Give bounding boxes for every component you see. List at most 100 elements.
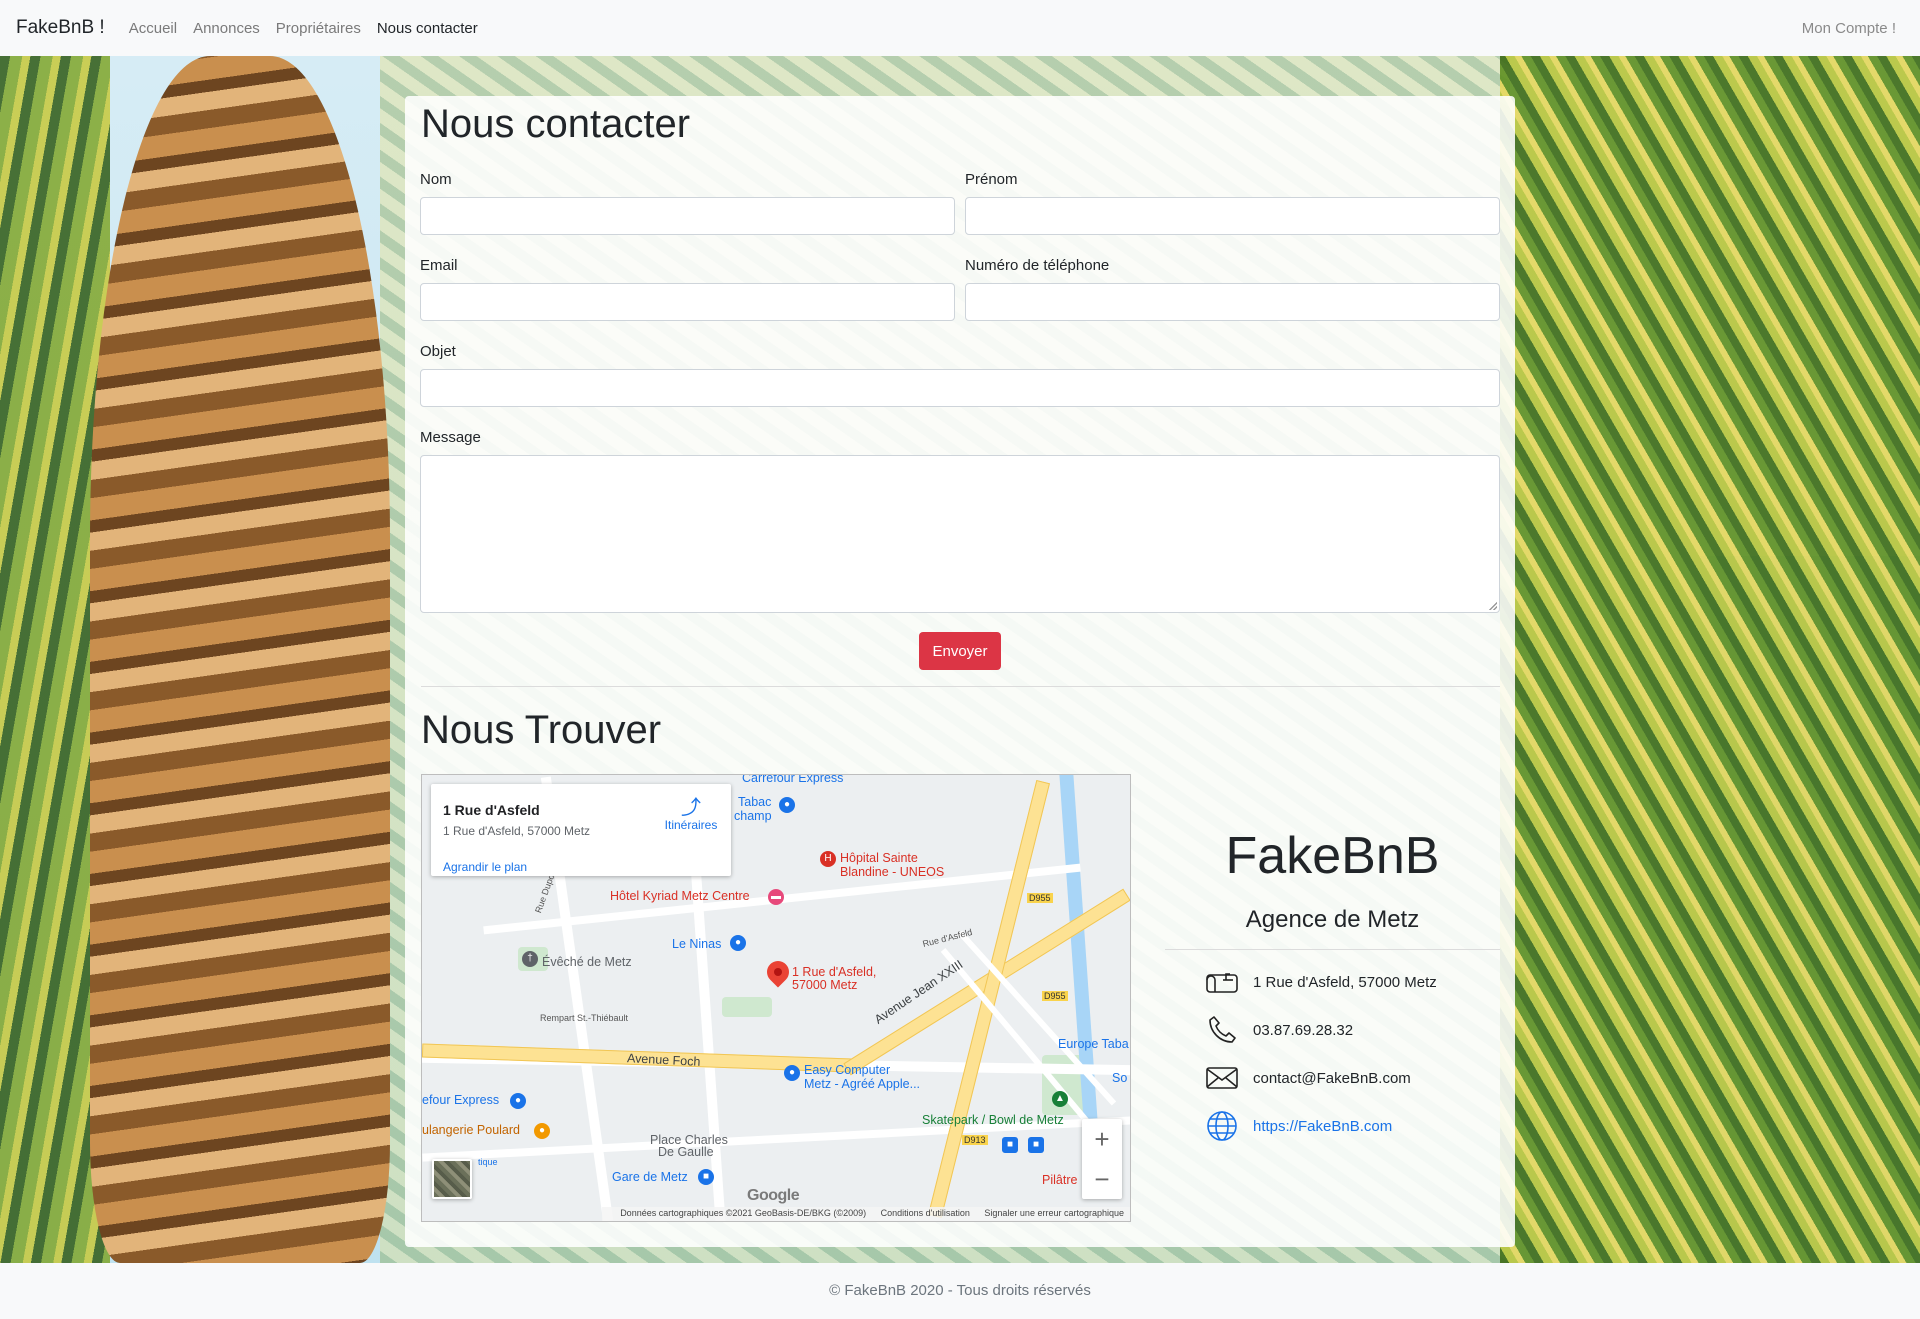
telephone-input[interactable] bbox=[965, 283, 1500, 321]
directions-button[interactable]: ⤴ Itinéraires bbox=[661, 798, 721, 832]
bus-icon: ■ bbox=[1028, 1137, 1044, 1153]
satellite-toggle[interactable] bbox=[432, 1159, 472, 1199]
prenom-group: Prénom bbox=[965, 171, 1500, 235]
message-group: Message bbox=[420, 429, 1500, 613]
zoom-out-button[interactable]: − bbox=[1082, 1159, 1122, 1199]
poi-le-ninas[interactable]: Le Ninas bbox=[672, 937, 721, 951]
brand-link[interactable]: FakeBnB ! bbox=[16, 17, 105, 39]
objet-group: Objet bbox=[420, 343, 1500, 407]
google-map[interactable]: Carrefour Express Tabac champ ● H Hôpita… bbox=[421, 774, 1131, 1222]
resize-handle-icon[interactable] bbox=[1489, 602, 1497, 610]
bakery-icon: ● bbox=[534, 1123, 550, 1139]
globe-icon bbox=[1205, 1110, 1239, 1142]
poi-boulangerie[interactable]: ulangerie Poulard bbox=[422, 1123, 520, 1137]
road-label-d955: D955 bbox=[1027, 893, 1053, 903]
objet-label: Objet bbox=[420, 343, 456, 360]
main-card: Nous contacter Nom Prénom Email Numéro d… bbox=[405, 96, 1515, 1247]
telephone-group: Numéro de téléphone bbox=[965, 257, 1500, 321]
map-info-address: 1 Rue d'Asfeld, 57000 Metz bbox=[443, 824, 591, 838]
agency-divider bbox=[1165, 949, 1500, 950]
train-icon: ■ bbox=[698, 1169, 714, 1185]
contact-title: Nous contacter bbox=[421, 102, 691, 146]
church-icon: † bbox=[522, 951, 538, 967]
poi-hopital[interactable]: Hôpital Sainte bbox=[840, 851, 918, 865]
nav-link-accueil[interactable]: Accueil bbox=[129, 20, 177, 37]
nom-label: Nom bbox=[420, 171, 452, 188]
agency-phone: 03.87.69.28.32 bbox=[1253, 1021, 1354, 1039]
zoom-control: + − bbox=[1082, 1119, 1122, 1199]
nom-group: Nom bbox=[420, 171, 955, 235]
navbar: FakeBnB ! Accueil Annonces Propriétaires… bbox=[0, 0, 1920, 56]
road-label-d913: D913 bbox=[962, 1135, 988, 1145]
enlarge-map-link[interactable]: Agrandir le plan bbox=[443, 860, 527, 874]
map-terms-link[interactable]: Conditions d'utilisation bbox=[881, 1208, 970, 1218]
find-title: Nous Trouver bbox=[421, 708, 662, 752]
phone-icon bbox=[1205, 1014, 1239, 1046]
envoyer-button[interactable]: Envoyer bbox=[919, 632, 1001, 670]
hospital-icon: H bbox=[820, 851, 836, 867]
agency-name: FakeBnB bbox=[1225, 827, 1440, 885]
email-input[interactable] bbox=[420, 283, 955, 321]
poi-pilatre[interactable]: Pilâtre bbox=[1042, 1173, 1077, 1187]
message-label: Message bbox=[420, 429, 481, 446]
nav-link-annonces[interactable]: Annonces bbox=[193, 20, 260, 37]
poi-easy-computer-line2[interactable]: Metz - Agréé Apple... bbox=[804, 1077, 920, 1091]
message-textarea[interactable] bbox=[420, 455, 1500, 613]
map-info-title: 1 Rue d'Asfeld bbox=[443, 802, 540, 818]
poi-europe-tabac[interactable]: Europe Taba bbox=[1058, 1037, 1129, 1051]
agency-email: contact@FakeBnB.com bbox=[1253, 1069, 1411, 1087]
park-icon: ▲ bbox=[1052, 1091, 1068, 1107]
background-palm-trunk bbox=[90, 56, 390, 1263]
account-link[interactable]: Mon Compte ! bbox=[1802, 20, 1896, 37]
zoom-in-button[interactable]: + bbox=[1082, 1119, 1122, 1159]
marker-label: 1 Rue d'Asfeld, bbox=[792, 965, 877, 979]
nom-input[interactable] bbox=[420, 197, 955, 235]
street-rue-dasfeld: Rue d'Asfeld bbox=[921, 927, 974, 949]
agency-address-row: 1 Rue d'Asfeld, 57000 Metz bbox=[1205, 966, 1437, 998]
poi-tabac-line2[interactable]: champ bbox=[734, 809, 772, 823]
email-label: Email bbox=[420, 257, 458, 274]
nav-link-nous-contacter[interactable]: Nous contacter bbox=[377, 20, 478, 37]
shopping-icon: ● bbox=[779, 797, 795, 813]
bus-icon: ■ bbox=[1002, 1137, 1018, 1153]
poi-carrefour-express[interactable]: efour Express bbox=[422, 1093, 499, 1107]
agency-website-link[interactable]: https://FakeBnB.com bbox=[1253, 1118, 1392, 1135]
poi-hopital-line2[interactable]: Blandine - UNEOS bbox=[840, 865, 944, 879]
directions-icon: ⤴ bbox=[681, 797, 701, 819]
poi-so: So bbox=[1112, 1071, 1128, 1085]
envelope-icon bbox=[1205, 1062, 1239, 1094]
poi-hotel[interactable]: Hôtel Kyriad Metz Centre bbox=[610, 889, 750, 903]
poi-place-charles-line2[interactable]: De Gaulle bbox=[658, 1145, 714, 1159]
prenom-input[interactable] bbox=[965, 197, 1500, 235]
agency-website-row: https://FakeBnB.com bbox=[1205, 1110, 1392, 1142]
objet-input[interactable] bbox=[420, 369, 1500, 407]
agency-email-row: contact@FakeBnB.com bbox=[1205, 1062, 1411, 1094]
store-icon: ● bbox=[784, 1065, 800, 1081]
email-group: Email bbox=[420, 257, 955, 321]
marker-label-line2: 57000 Metz bbox=[792, 978, 858, 992]
street-rempart: Rempart St.-Thiébault bbox=[540, 1013, 629, 1023]
restaurant-icon: ● bbox=[730, 935, 746, 951]
map-report-link[interactable]: Signaler une erreur cartographique bbox=[984, 1208, 1124, 1218]
poi-skatepark[interactable]: Skatepark / Bowl de Metz bbox=[922, 1113, 1064, 1127]
poi-tique: tique bbox=[478, 1157, 498, 1167]
section-divider bbox=[421, 686, 1500, 687]
nav-link-proprietaires[interactable]: Propriétaires bbox=[276, 20, 361, 37]
poi-easy-computer[interactable]: Easy Computer bbox=[804, 1063, 890, 1077]
cart-icon: ● bbox=[510, 1093, 526, 1109]
map-data-credit: Données cartographiques ©2021 GeoBasis-D… bbox=[620, 1208, 867, 1218]
google-logo: Google bbox=[747, 1187, 800, 1204]
telephone-label: Numéro de téléphone bbox=[965, 257, 1110, 274]
map-park bbox=[722, 997, 772, 1017]
page-footer: © FakeBnB 2020 - Tous droits réservés bbox=[0, 1263, 1920, 1319]
map-info-card: 1 Rue d'Asfeld 1 Rue d'Asfeld, 57000 Met… bbox=[431, 784, 731, 876]
background-palm-fronds bbox=[1500, 56, 1920, 1263]
poi-eveche[interactable]: Évêché de Metz bbox=[542, 955, 632, 969]
poi-tabac[interactable]: Tabac bbox=[738, 795, 771, 809]
location-pin-icon[interactable] bbox=[762, 956, 794, 988]
prenom-label: Prénom bbox=[965, 171, 1018, 188]
poi-carrefour[interactable]: Carrefour Express bbox=[742, 775, 843, 785]
agency-subtitle: Agence de Metz bbox=[1245, 906, 1420, 933]
agency-phone-row: 03.87.69.28.32 bbox=[1205, 1014, 1353, 1046]
poi-gare[interactable]: Gare de Metz bbox=[612, 1170, 688, 1184]
